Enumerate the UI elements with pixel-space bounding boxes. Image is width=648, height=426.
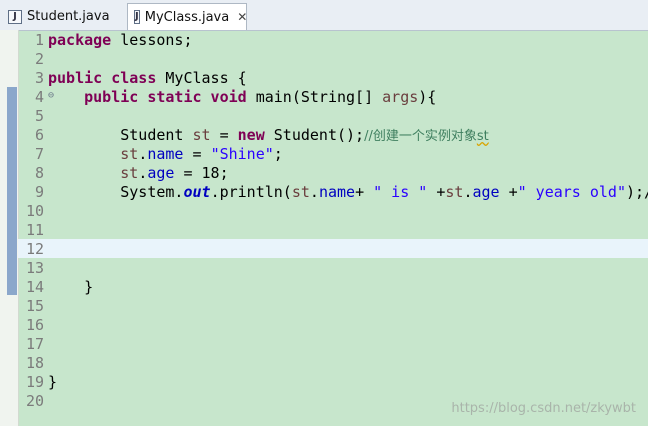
line-number: 1 xyxy=(34,30,44,49)
line-number: 6 xyxy=(34,125,44,144)
line-number: 17 xyxy=(25,334,44,353)
code-text[interactable]: } xyxy=(48,373,57,391)
line-number: 19 xyxy=(25,372,44,391)
tab-student-java[interactable]: J Student.java xyxy=(2,4,122,29)
line-number: 4 ⊖ xyxy=(34,87,54,106)
watermark: https://blog.csdn.net/zkywbt xyxy=(451,401,636,416)
code-lines: 1 package lessons; 2 3 public class MyCl… xyxy=(18,30,648,410)
line-number: 13 xyxy=(25,258,44,277)
tab-label: MyClass.java xyxy=(144,9,230,25)
line-number: 11 xyxy=(25,220,44,239)
code-text[interactable]: st.age = 18; xyxy=(48,164,228,182)
code-line: 8 st.age = 18; xyxy=(18,163,648,182)
line-number: 15 xyxy=(25,296,44,315)
line-number: 2 xyxy=(34,49,44,68)
current-line: 12 xyxy=(18,239,648,258)
code-line: 16 xyxy=(18,315,648,334)
code-line: 19 } xyxy=(18,372,648,391)
code-line: 14 } xyxy=(18,277,648,296)
code-text[interactable]: Student st = new Student();//创建一个实例对象st xyxy=(48,125,489,144)
editor-tab-bar: J Student.java J MyClass.java ✕ xyxy=(0,0,648,31)
java-file-icon: J xyxy=(8,9,22,24)
code-line: 7 st.name = "Shine"; xyxy=(18,144,648,163)
code-line: 17 xyxy=(18,334,648,353)
quick-diff-bar xyxy=(7,87,17,295)
line-number: 12 xyxy=(25,239,44,258)
line-number: 18 xyxy=(25,353,44,372)
code-line: 6 Student st = new Student();//创建一个实例对象s… xyxy=(18,125,648,145)
line-number: 3 xyxy=(34,68,44,87)
code-line: 10 xyxy=(18,201,648,220)
code-line: 2 xyxy=(18,49,648,68)
code-line: 5 xyxy=(18,106,648,125)
code-line: 3 public class MyClass { xyxy=(18,68,648,87)
code-text[interactable]: System.out.println(st.name+ " is " +st.a… xyxy=(48,183,648,201)
close-icon[interactable]: ✕ xyxy=(237,10,247,24)
code-text[interactable]: public static void main(String[] args){ xyxy=(48,88,436,106)
code-line: 4 ⊖ public static void main(String[] args… xyxy=(18,87,648,106)
line-number: 20 xyxy=(25,391,44,410)
java-file-icon: J xyxy=(134,10,140,24)
code-text[interactable]: package lessons; xyxy=(48,31,193,49)
line-number: 10 xyxy=(25,201,44,220)
code-editor[interactable]: 1 package lessons; 2 3 public class MyCl… xyxy=(0,30,648,426)
line-number: 9 xyxy=(34,182,44,201)
line-number: 7 xyxy=(34,144,44,163)
code-line: 15 xyxy=(18,296,648,315)
tab-myclass-java[interactable]: J MyClass.java ✕ xyxy=(127,3,247,30)
line-number: 8 xyxy=(34,163,44,182)
code-line: 9 System.out.println(st.name+ " is " +st… xyxy=(18,182,648,201)
editor-ruler xyxy=(0,30,19,426)
code-line: 1 package lessons; xyxy=(18,30,648,49)
line-number: 5 xyxy=(34,106,44,125)
code-line: 18 xyxy=(18,353,648,372)
code-text[interactable]: } xyxy=(48,278,93,296)
tab-label: Student.java xyxy=(27,9,110,24)
line-number: 16 xyxy=(25,315,44,334)
code-text[interactable]: public class MyClass { xyxy=(48,69,247,87)
code-line: 11 xyxy=(18,220,648,239)
line-number: 14 xyxy=(25,277,44,296)
code-text[interactable]: st.name = "Shine"; xyxy=(48,145,283,163)
code-line: 13 xyxy=(18,258,648,277)
fold-minus-icon[interactable]: ⊖ xyxy=(48,90,54,101)
